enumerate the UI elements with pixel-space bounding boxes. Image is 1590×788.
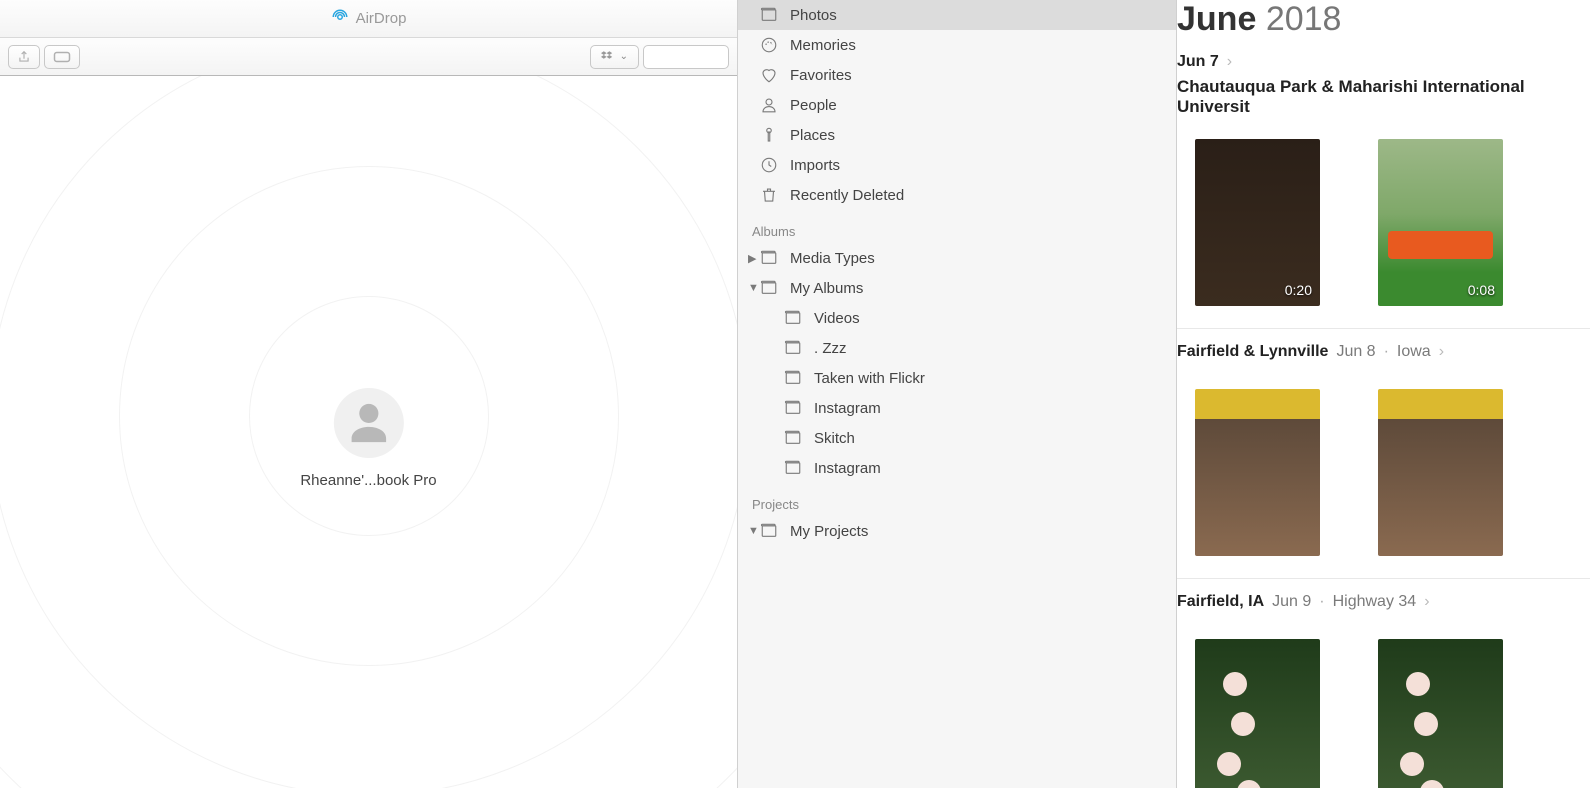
airdrop-toolbar: ⌄ <box>0 38 737 76</box>
sidebar-album-item[interactable]: Taken with Flickr <box>738 363 1176 393</box>
sidebar-my-projects[interactable]: ▼ My Projects <box>738 516 1176 546</box>
sidebar-item-label: Favorites <box>790 67 852 84</box>
airdrop-user-label: Rheanne'...book Pro <box>300 472 436 489</box>
tags-button[interactable] <box>44 45 80 69</box>
disclosure-right-icon[interactable]: ▶ <box>748 252 756 265</box>
month-title: June 2018 <box>1177 0 1341 38</box>
chevron-right-icon: › <box>1439 343 1444 361</box>
disclosure-down-icon[interactable]: ▼ <box>748 525 759 537</box>
airdrop-nearby-user[interactable]: Rheanne'...book Pro <box>300 388 436 489</box>
sidebar-album-item[interactable]: Instagram <box>738 453 1176 483</box>
thumbnail-row <box>1177 367 1590 556</box>
sidebar-album-item[interactable]: Videos <box>738 303 1176 333</box>
memories-icon <box>760 36 778 54</box>
projects-section-header: Projects <box>738 483 1176 516</box>
photo-thumbnail[interactable]: 0:20 <box>1195 139 1320 306</box>
album-icon <box>760 522 778 540</box>
sidebar-item-label: Memories <box>790 37 856 54</box>
sidebar-item-label: Imports <box>790 157 840 174</box>
event-location: Chautauqua Park & Maharishi Internationa… <box>1177 77 1590 117</box>
video-duration-badge: 0:08 <box>1468 282 1495 298</box>
sidebar-item-label: People <box>790 97 837 114</box>
sidebar-item-label: Recently Deleted <box>790 187 904 204</box>
sidebar-my-albums[interactable]: ▼ My Albums <box>738 273 1176 303</box>
photo-thumbnail[interactable] <box>1378 389 1503 556</box>
sidebar-item-label: Skitch <box>814 430 855 447</box>
sidebar-item-photos[interactable]: Photos <box>738 0 1176 30</box>
sidebar-item-label: Media Types <box>790 250 875 267</box>
sidebar-item-label: Videos <box>814 310 860 327</box>
event-block: Jun 7› Chautauqua Park & Maharishi Intern… <box>1177 53 1590 328</box>
event-date-row[interactable]: Fairfield & Lynnville Jun 8·Iowa› <box>1177 343 1590 361</box>
search-input[interactable] <box>643 45 729 69</box>
airdrop-titlebar: AirDrop <box>0 0 737 38</box>
sidebar-item-label: Places <box>790 127 835 144</box>
album-icon <box>760 279 778 297</box>
chevron-right-icon: › <box>1424 593 1429 611</box>
photos-content: June 2018 Jun 7› Chautauqua Park & Mahari… <box>1177 0 1590 788</box>
airdrop-body: Rheanne'...book Pro <box>0 76 737 788</box>
sidebar-item-label: Instagram <box>814 400 881 417</box>
event-date-row[interactable]: Jun 7› <box>1177 53 1590 71</box>
sidebar-item-label: Taken with Flickr <box>814 370 925 387</box>
thumbnail-row <box>1177 617 1590 788</box>
sidebar-album-item[interactable]: . Zzz <box>738 333 1176 363</box>
video-duration-badge: 0:20 <box>1285 282 1312 298</box>
album-icon <box>784 339 802 357</box>
sidebar-item-label: Instagram <box>814 460 881 477</box>
thumbnail-row: 0:20 0:08 <box>1177 117 1590 306</box>
sidebar-media-types[interactable]: ▶ Media Types <box>738 243 1176 273</box>
sidebar-item-imports[interactable]: Imports <box>738 150 1176 180</box>
pin-icon <box>760 126 778 144</box>
trash-icon <box>760 186 778 204</box>
sidebar-item-label: My Projects <box>790 523 868 540</box>
album-icon <box>784 459 802 477</box>
photo-thumbnail[interactable]: 0:08 <box>1378 139 1503 306</box>
event-date-row[interactable]: Fairfield, IA Jun 9·Highway 34› <box>1177 593 1590 611</box>
sidebar-item-people[interactable]: People <box>738 90 1176 120</box>
person-icon <box>760 96 778 114</box>
airdrop-title-text: AirDrop <box>356 10 407 27</box>
sidebar-item-label: . Zzz <box>814 340 847 357</box>
photo-thumbnail[interactable] <box>1195 639 1320 788</box>
photo-thumbnail[interactable] <box>1378 639 1503 788</box>
dropbox-button[interactable]: ⌄ <box>590 45 639 69</box>
chevron-right-icon: › <box>1227 53 1232 71</box>
sidebar-item-recently-deleted[interactable]: Recently Deleted <box>738 180 1176 210</box>
album-icon <box>784 309 802 327</box>
sidebar-album-item[interactable]: Instagram <box>738 393 1176 423</box>
photos-icon <box>760 6 778 24</box>
disclosure-down-icon[interactable]: ▼ <box>748 282 759 294</box>
albums-section-header: Albums <box>738 210 1176 243</box>
clock-icon <box>760 156 778 174</box>
album-icon <box>760 249 778 267</box>
album-icon <box>784 369 802 387</box>
share-button[interactable] <box>8 45 40 69</box>
heart-icon <box>760 66 778 84</box>
event-block: Fairfield & Lynnville Jun 8·Iowa› <box>1177 328 1590 578</box>
album-icon <box>784 399 802 417</box>
photos-sidebar: Photos Memories Favorites People Places Impor… <box>738 0 1177 788</box>
album-icon <box>784 429 802 447</box>
sidebar-item-favorites[interactable]: Favorites <box>738 60 1176 90</box>
chevron-down-icon: ⌄ <box>620 51 628 62</box>
airdrop-icon <box>331 8 349 30</box>
sidebar-item-places[interactable]: Places <box>738 120 1176 150</box>
airdrop-title: AirDrop <box>331 8 407 30</box>
event-block: Fairfield, IA Jun 9·Highway 34› <box>1177 578 1590 788</box>
month-header: June 2018 <box>1177 0 1590 53</box>
sidebar-item-label: My Albums <box>790 280 863 297</box>
avatar <box>333 388 403 458</box>
photo-thumbnail[interactable] <box>1195 389 1320 556</box>
sidebar-item-label: Photos <box>790 7 837 24</box>
airdrop-window: AirDrop ⌄ Rheanne'...book Pro <box>0 0 738 788</box>
sidebar-album-item[interactable]: Skitch <box>738 423 1176 453</box>
sidebar-item-memories[interactable]: Memories <box>738 30 1176 60</box>
